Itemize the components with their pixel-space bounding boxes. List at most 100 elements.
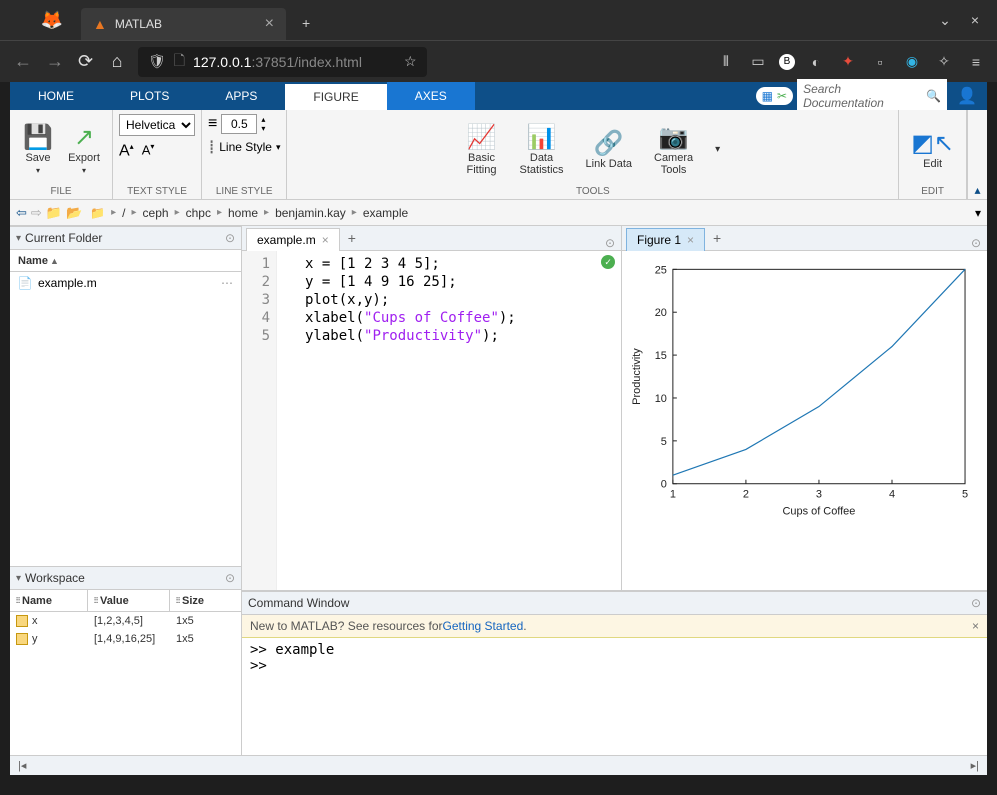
figure-pane: Figure 1 × + ⊙ 051015202512345Cups of Co… — [622, 226, 987, 590]
command-input[interactable]: >> example >> — [242, 638, 987, 755]
workspace-header[interactable]: ▾ Workspace ⊙ — [10, 566, 241, 590]
window-close-icon[interactable]: × — [971, 12, 979, 28]
search-doc-input[interactable]: Search Documentation 🔍 — [797, 79, 947, 113]
up-folder-icon[interactable]: 📁 — [46, 205, 62, 221]
tab-figure[interactable]: FIGURE — [285, 82, 386, 110]
new-figure-tab-icon[interactable]: + — [705, 226, 729, 250]
cf-columns[interactable]: Name▲ — [10, 250, 241, 272]
data-statistics-button[interactable]: 📊Data Statistics — [514, 120, 570, 178]
browser-titlebar: 🦊 ▲ MATLAB × + ⌄ × — [0, 0, 997, 40]
tab-home[interactable]: HOME — [10, 82, 102, 110]
reader-icon[interactable]: ▭ — [747, 49, 769, 74]
panel-menu-icon[interactable]: ⊙ — [971, 596, 981, 610]
browser-tab[interactable]: ▲ MATLAB × — [81, 8, 286, 40]
tab-apps[interactable]: APPS — [197, 82, 285, 110]
library-icon[interactable]: ⫴ — [715, 49, 737, 74]
window-min-icon[interactable]: ⌄ — [939, 12, 951, 29]
save-button[interactable]: 💾Save — [16, 120, 60, 178]
current-folder-header[interactable]: ▾ Current Folder ⊙ — [10, 226, 241, 250]
export-button[interactable]: ↗Export — [62, 120, 106, 178]
bc-1[interactable]: ceph — [143, 206, 169, 220]
tools-more-button[interactable]: ▾ — [709, 142, 726, 157]
url-bar[interactable]: 🛡 🗋 127.0.0.1:37851/index.html ☆ — [138, 47, 427, 77]
file-name: example.m — [38, 276, 97, 290]
line-style-button[interactable]: ┋ Line Style ▾ — [208, 140, 280, 154]
banner-close-icon[interactable]: × — [972, 619, 979, 633]
workspace-columns: ⫶⫶Name ⫶⫶Value ⫶⫶Size — [10, 590, 241, 612]
status-right-icon[interactable]: ▸| — [971, 759, 979, 772]
ext-icon-2[interactable]: ✦ — [837, 49, 859, 74]
ext-b-icon[interactable]: B — [779, 54, 795, 70]
new-tab-button[interactable]: + — [294, 11, 318, 35]
editor-tab[interactable]: example.m × — [246, 228, 340, 251]
workspace-row[interactable]: x [1,2,3,4,5] 1x5 — [10, 612, 241, 630]
group-edit: ◩↖Edit EDIT — [899, 110, 967, 199]
status-left-icon[interactable]: |◂ — [18, 759, 26, 772]
line-width-input[interactable] — [221, 114, 257, 134]
line-style-icon: ┋ — [208, 140, 215, 154]
menu-icon[interactable]: ≡ — [965, 50, 987, 74]
status-ok-icon: ✓ — [601, 255, 615, 269]
search-icon[interactable]: 🔍 — [926, 89, 941, 103]
file-row[interactable]: example.m ⋯ — [10, 272, 241, 294]
bc-root[interactable]: / — [122, 206, 125, 220]
close-tab-icon[interactable]: × — [322, 233, 329, 247]
collapse-icon[interactable]: ▾ — [16, 233, 21, 244]
font-increase-button[interactable]: A▴ — [119, 142, 134, 160]
sort-asc-icon: ▲ — [50, 256, 59, 266]
bc-4[interactable]: benjamin.kay — [275, 206, 346, 220]
figure-tabs: Figure 1 × + ⊙ — [622, 226, 987, 251]
new-editor-tab-icon[interactable]: + — [340, 226, 364, 250]
basic-fitting-button[interactable]: 📈Basic Fitting — [460, 120, 504, 178]
ext-icon-4[interactable]: ◉ — [901, 49, 923, 74]
edit-button[interactable]: ◩↖Edit — [905, 126, 960, 172]
workspace-row[interactable]: y [1,4,9,16,25] 1x5 — [10, 630, 241, 648]
svg-text:15: 15 — [655, 350, 667, 362]
camera-tools-button[interactable]: 📷Camera Tools — [648, 120, 699, 178]
home-button[interactable]: ⌂ — [106, 47, 128, 76]
toolstrip-minimize-icon[interactable]: ▴ — [967, 110, 987, 199]
panel-menu-icon[interactable]: ⊙ — [225, 571, 235, 585]
figure-tab[interactable]: Figure 1 × — [626, 228, 705, 251]
bc-2[interactable]: chpc — [186, 206, 211, 220]
getting-started-link[interactable]: Getting Started — [443, 619, 524, 633]
code-editor[interactable]: 12345 x = [1 2 3 4 5]; y = [1 4 9 16 25]… — [242, 251, 621, 590]
bc-3[interactable]: home — [228, 206, 258, 220]
bookmark-star-icon[interactable]: ☆ — [404, 53, 417, 70]
group-textstyle: Helvetica A▴ A▾ TEXT STYLE — [113, 110, 202, 199]
cut-icon[interactable]: ✂ — [777, 89, 787, 103]
browse-folder-icon[interactable]: 📂 — [66, 205, 82, 221]
tab-plots[interactable]: PLOTS — [102, 82, 197, 110]
bc-5[interactable]: example — [363, 206, 408, 220]
font-decrease-button[interactable]: A▾ — [142, 142, 155, 160]
browser-tab-title: MATLAB — [115, 17, 162, 31]
address-history-icon[interactable]: ▾ — [975, 206, 981, 220]
editor-menu-icon[interactable]: ⊙ — [605, 236, 615, 250]
tab-close-icon[interactable]: × — [265, 15, 274, 33]
variable-icon — [16, 633, 28, 645]
back-folder-icon[interactable]: ⇦ — [16, 205, 27, 221]
close-tab-icon[interactable]: × — [687, 233, 694, 247]
figure-menu-icon[interactable]: ⊙ — [971, 236, 981, 250]
panel-menu-icon[interactable]: ⊙ — [225, 231, 235, 245]
forward-folder-icon[interactable]: ⇨ — [31, 205, 42, 221]
variable-icon — [16, 615, 28, 627]
forward-button[interactable]: → — [42, 47, 64, 76]
back-button[interactable]: ← — [10, 47, 32, 76]
collapse-icon[interactable]: ▾ — [16, 573, 21, 584]
code-lines[interactable]: x = [1 2 3 4 5]; y = [1 4 9 16 25]; plot… — [277, 251, 601, 590]
command-window-header[interactable]: Command Window ⊙ — [242, 591, 987, 615]
extensions-icon[interactable]: ✧ — [933, 49, 955, 74]
layout-icon[interactable]: ▦ — [762, 89, 773, 103]
ext-icon-3[interactable]: ▫ — [869, 50, 891, 74]
ext-icon-1[interactable]: ◐ — [805, 50, 827, 74]
group-linestyle: ≡ ▴▾ ┋ Line Style ▾ LINE STYLE — [202, 110, 287, 199]
figure-plot[interactable]: 051015202512345Cups of CoffeeProductivit… — [622, 251, 987, 590]
login-icon[interactable]: 👤 — [951, 86, 983, 106]
file-more-icon[interactable]: ⋯ — [221, 276, 233, 290]
tab-axes[interactable]: AXES — [387, 82, 475, 110]
font-family-select[interactable]: Helvetica — [119, 114, 195, 136]
reload-button[interactable]: ⟳ — [74, 47, 96, 76]
firefox-icon: 🦊 — [38, 6, 66, 34]
link-data-button[interactable]: 🔗Link Data — [580, 126, 638, 172]
